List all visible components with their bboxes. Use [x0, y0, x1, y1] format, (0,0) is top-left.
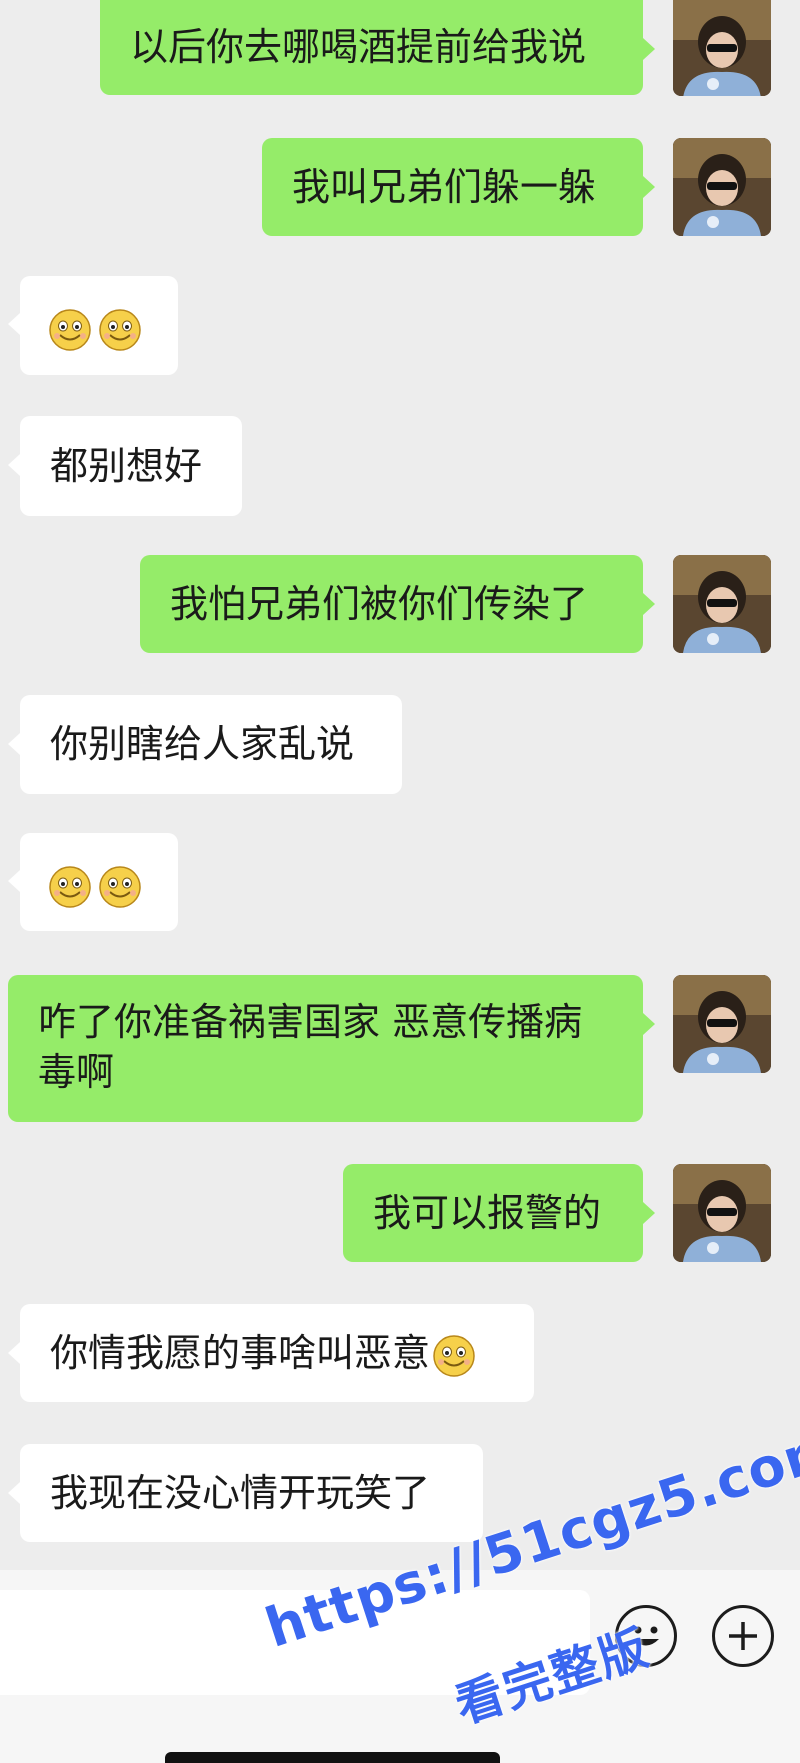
message-text-line: 咋了你准备祸害国家 恶意传播病: [38, 1000, 583, 1044]
smiley-face-icon: [99, 865, 141, 908]
avatar-photo: [673, 975, 771, 1073]
incoming-message[interactable]: 都别想好: [20, 416, 242, 516]
avatar[interactable]: [673, 975, 771, 1073]
incoming-message[interactable]: 我现在没心情开玩笑了: [20, 1444, 483, 1542]
bubble-tail: [643, 1202, 655, 1224]
bubble-tail: [8, 454, 20, 476]
bubble-tail: [8, 870, 20, 892]
message-text: 我可以报警的: [373, 1191, 602, 1235]
bubble-tail: [8, 1342, 20, 1364]
smiley-face-icon: [433, 1334, 475, 1377]
outgoing-message[interactable]: 以后你去哪喝酒提前给我说: [100, 0, 643, 95]
avatar-photo: [673, 0, 771, 96]
avatar-photo: [673, 138, 771, 236]
outgoing-message[interactable]: 我怕兄弟们被你们传染了: [140, 555, 643, 653]
smiley-face-icon: [49, 865, 91, 908]
message-text: 你情我愿的事啥叫恶意: [50, 1331, 431, 1375]
smiley-face-icon: [99, 308, 141, 351]
message-text: 你别瞎给人家乱说: [50, 722, 355, 766]
bubble-tail: [643, 1013, 655, 1035]
incoming-message[interactable]: [20, 833, 178, 931]
home-indicator[interactable]: [165, 1752, 500, 1763]
avatar[interactable]: [673, 555, 771, 653]
plus-button[interactable]: [712, 1605, 774, 1667]
avatar[interactable]: [673, 0, 771, 96]
plus-circle-icon: [729, 1622, 757, 1650]
message-text: 都别想好: [50, 444, 203, 488]
bubble-tail: [643, 38, 655, 60]
bubble-tail: [8, 313, 20, 335]
message-text: 我现在没心情开玩笑了: [50, 1471, 431, 1515]
outgoing-message[interactable]: 咋了你准备祸害国家 恶意传播病 毒啊: [8, 975, 643, 1122]
bubble-tail: [643, 176, 655, 198]
message-text: 我怕兄弟们被你们传染了: [170, 582, 589, 626]
bubble-tail: [643, 593, 655, 615]
message-text: 我叫兄弟们躲一躲: [292, 165, 597, 209]
message-text: 以后你去哪喝酒提前给我说: [130, 25, 587, 69]
avatar[interactable]: [673, 1164, 771, 1262]
incoming-message[interactable]: 你别瞎给人家乱说: [20, 695, 402, 794]
chat-screen: 以后你去哪喝酒提前给我说 我叫兄弟们躲一躲 都别想好 我怕兄弟们被你们传染了 你…: [0, 0, 800, 1763]
message-text-line: 毒啊: [38, 1050, 115, 1094]
bubble-tail: [8, 733, 20, 755]
smiley-face-icon: [49, 308, 91, 351]
incoming-message[interactable]: [20, 276, 178, 375]
outgoing-message[interactable]: 我可以报警的: [343, 1164, 643, 1262]
outgoing-message[interactable]: 我叫兄弟们躲一躲: [262, 138, 643, 236]
incoming-message[interactable]: 你情我愿的事啥叫恶意: [20, 1304, 534, 1402]
bubble-tail: [8, 1482, 20, 1504]
avatar-photo: [673, 555, 771, 653]
avatar-photo: [673, 1164, 771, 1262]
avatar[interactable]: [673, 138, 771, 236]
